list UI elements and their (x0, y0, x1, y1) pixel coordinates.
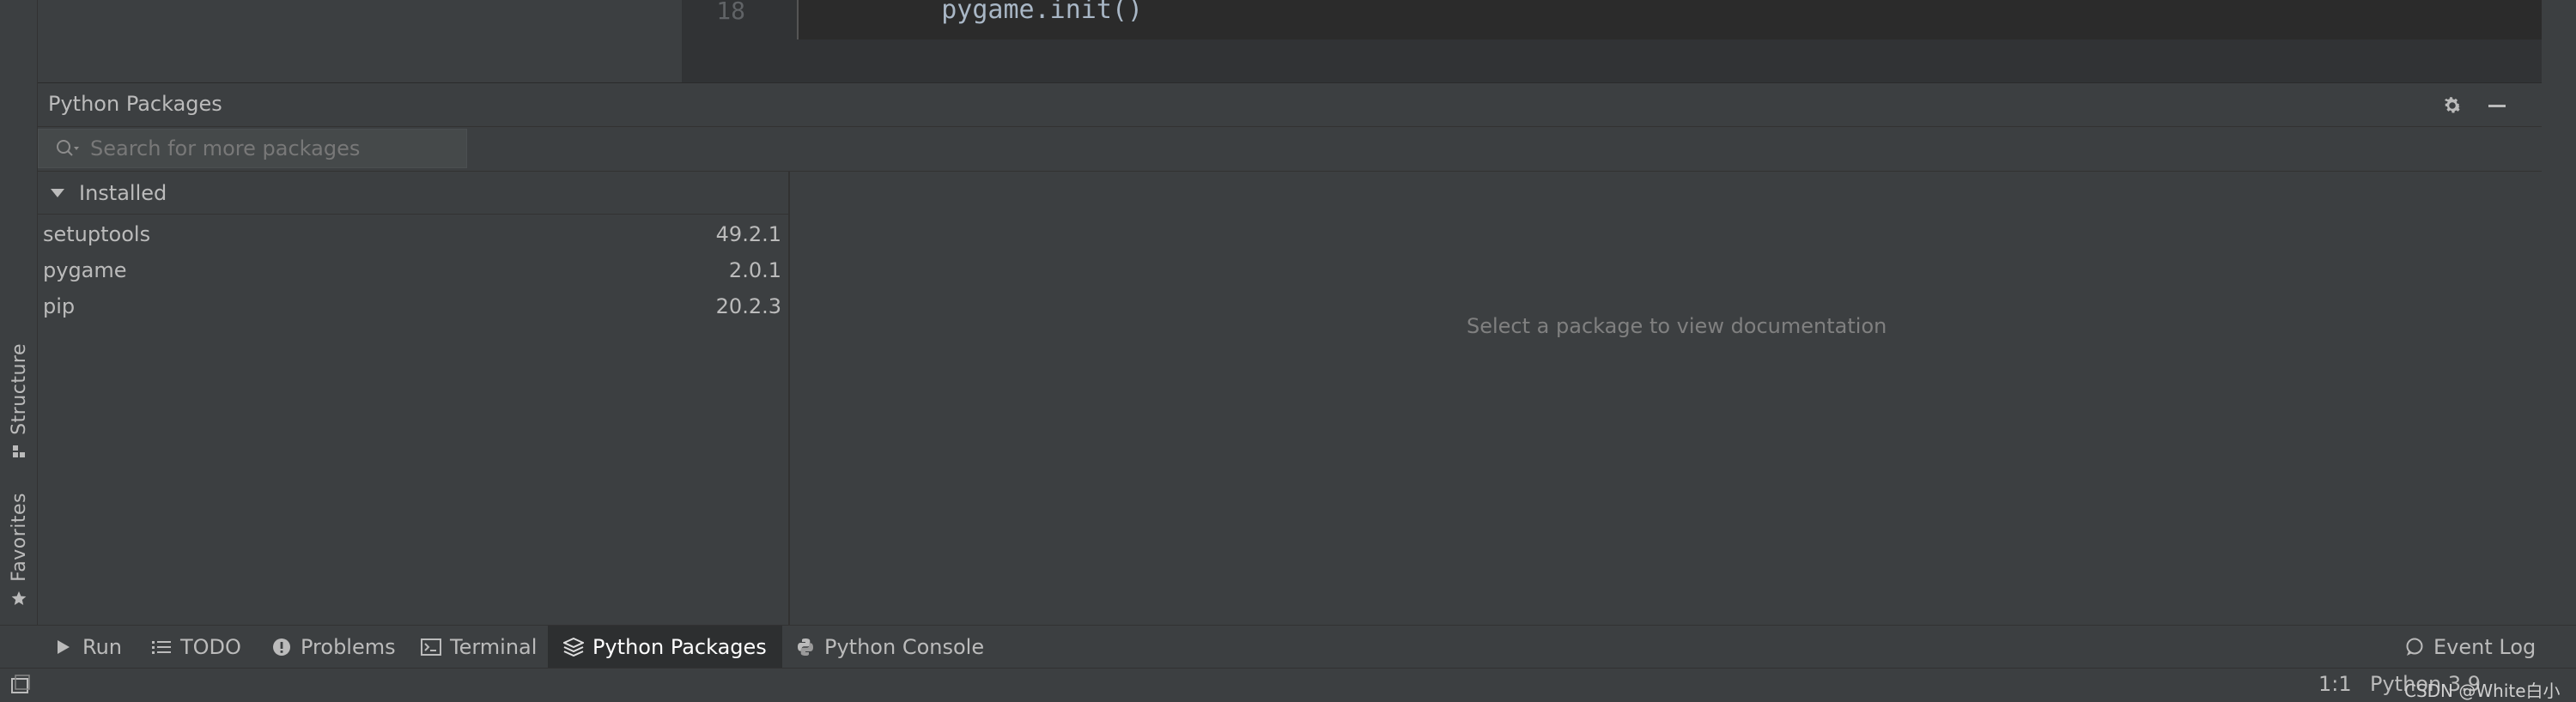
event-log-label: Event Log (2433, 635, 2537, 659)
favorites-tab[interactable]: Favorites (0, 493, 38, 606)
package-name: pygame (43, 258, 127, 282)
favorites-tab-label: Favorites (8, 493, 30, 582)
collapse-triangle-icon (50, 185, 65, 201)
package-row[interactable]: pip 20.2.3 (38, 288, 788, 324)
speech-bubble-icon (2404, 637, 2425, 657)
package-version: 2.0.1 (728, 258, 781, 282)
tab-terminal-label: Terminal (450, 635, 538, 659)
tab-python-console[interactable]: Python Console (780, 626, 999, 669)
tab-todo-label: TODO (180, 635, 241, 659)
package-name: pip (43, 294, 76, 318)
package-row[interactable]: pygame 2.0.1 (38, 252, 788, 288)
bottom-tool-bar: Run TODO Problems Terminal Python Packag… (0, 625, 2576, 669)
tab-run-label: Run (82, 635, 123, 659)
package-version: 20.2.3 (715, 294, 781, 318)
editor-gutter: 18 (682, 0, 799, 39)
code-line: pygame.init() (879, 0, 1144, 25)
search-icon[interactable] (52, 133, 83, 164)
star-icon (11, 590, 27, 605)
watermark: CSDN @White白小 (2404, 681, 2561, 701)
package-row[interactable]: setuptools 49.2.1 (38, 216, 788, 252)
editor-side-panel (38, 0, 682, 82)
packages-icon (563, 637, 584, 657)
tool-window-header: Python Packages (38, 82, 2542, 127)
package-version: 49.2.1 (715, 222, 781, 246)
installed-group-header[interactable]: Installed (38, 172, 788, 215)
editor-scroll-area (682, 39, 2542, 82)
terminal-icon (421, 637, 441, 657)
tab-python-console-label: Python Console (824, 635, 985, 659)
play-icon (53, 637, 74, 657)
settings-button[interactable] (2439, 92, 2466, 119)
tab-run[interactable]: Run (38, 626, 137, 669)
structure-icon (13, 445, 25, 457)
search-input[interactable] (83, 136, 466, 161)
search-row (38, 127, 2542, 172)
packages-list: Installed setuptools 49.2.1 pygame 2.0.1… (38, 172, 790, 625)
gear-icon (2444, 97, 2462, 113)
event-log-button[interactable]: Event Log (2389, 626, 2551, 669)
minimize-button[interactable] (2483, 92, 2511, 119)
code-editor[interactable]: pygame.init() (682, 0, 2542, 39)
tab-problems-label: Problems (301, 635, 396, 659)
tab-terminal[interactable]: Terminal (405, 626, 552, 669)
tool-window-title: Python Packages (48, 92, 222, 116)
tab-todo[interactable]: TODO (136, 626, 257, 669)
caret-position[interactable]: 1:1 (2318, 672, 2352, 696)
line-number: 18 (716, 0, 745, 25)
tool-windows-toggle-icon[interactable] (9, 674, 33, 698)
tab-python-packages[interactable]: Python Packages (548, 626, 782, 669)
documentation-pane: Select a package to view documentation (792, 172, 2542, 625)
info-icon (271, 637, 292, 657)
left-tool-strip: Structure Favorites (0, 0, 38, 625)
search-box[interactable] (38, 129, 467, 168)
documentation-placeholder: Select a package to view documentation (1467, 314, 1887, 338)
python-icon (795, 637, 816, 657)
list-icon (151, 637, 172, 657)
structure-tab-label: Structure (8, 343, 30, 435)
tab-problems[interactable]: Problems (256, 626, 411, 669)
minimize-icon (2488, 105, 2506, 107)
status-bar: 1:1 Python 3.9 CSDN @White白小 (0, 668, 2576, 702)
tab-python-packages-label: Python Packages (592, 635, 767, 659)
installed-group-label: Installed (79, 180, 167, 205)
structure-tab[interactable]: Structure (0, 343, 38, 459)
package-name: setuptools (43, 222, 151, 246)
